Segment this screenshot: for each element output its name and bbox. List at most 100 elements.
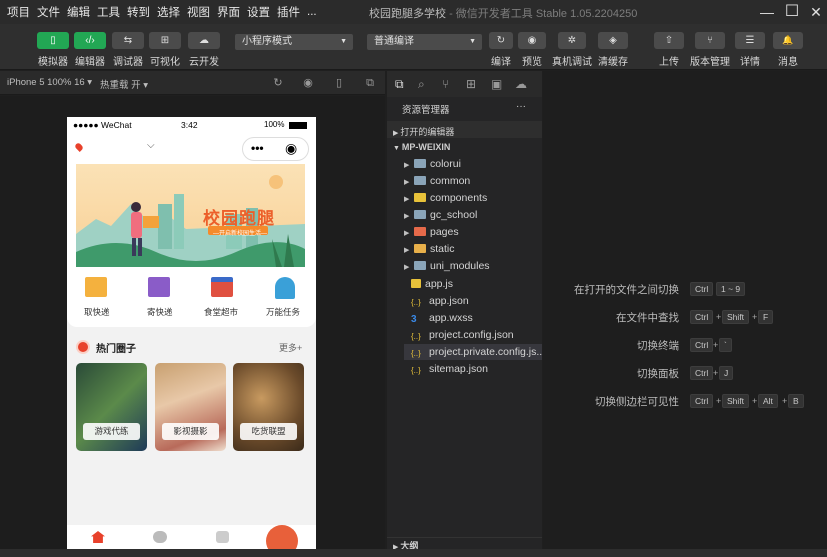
chevron-right-icon: ▶ (404, 162, 410, 169)
close-button[interactable]: ✕ (805, 2, 827, 22)
courier-task-icon[interactable] (275, 277, 295, 299)
tree-folder-pages[interactable]: ▶ pages (404, 224, 542, 240)
phone-screen: ●●●●● WeChat 3:42 100% ⌵ ••• ◉ 校园跑腿 —开启新… (67, 117, 316, 557)
chevron-down-icon: ▼ (340, 38, 347, 45)
chevron-down-icon[interactable]: ⌵ (147, 140, 155, 151)
messages-button[interactable]: 🔔 消息 (769, 32, 807, 68)
more-link[interactable]: 更多+ (279, 341, 302, 354)
compile-select[interactable]: 普通编译 ▼ (367, 34, 482, 50)
shortcut-key: Ctrl (690, 310, 714, 324)
carrier-label: ●●●●● WeChat (73, 120, 132, 130)
clear-cache-button[interactable]: ◈ 清缓存 (594, 32, 632, 68)
fire-icon (76, 340, 90, 354)
open-editors-section[interactable]: ▶ 打开的编辑器 (393, 125, 454, 138)
minimize-button[interactable]: — (756, 2, 778, 22)
record-icon[interactable]: ◉ (301, 76, 315, 90)
rotate-icon[interactable]: ↻ (271, 76, 285, 90)
json-file-icon: {..} (411, 332, 421, 341)
explorer-more-icon[interactable]: ··· (516, 101, 526, 112)
menu-item-plugins[interactable]: 插件 (277, 4, 300, 20)
grid-icon: ⊞ (149, 32, 181, 49)
plus-sign: + (716, 396, 722, 406)
card-gaming-label[interactable]: 游戏代练 (83, 423, 140, 440)
version-button[interactable]: ⑂ 版本管理 (690, 32, 730, 68)
circle-icon[interactable] (153, 531, 167, 543)
device-debug-button[interactable]: ✲ 真机调试 (552, 32, 592, 68)
messages-label: 消息 (778, 57, 798, 68)
service-pickup-label[interactable]: 取快递 (84, 306, 110, 318)
folder-icon (414, 261, 426, 270)
clear-cache-label: 清缓存 (598, 57, 628, 68)
cloud-dev-label: 云开发 (189, 57, 219, 68)
window-title: 校园跑腿多学校 - 微信开发者工具 Stable 1.05.2204250 (369, 5, 637, 21)
hot-reload-toggle[interactable]: 热重载 开 ▾ (100, 77, 148, 91)
chevron-right-icon: ▶ (404, 213, 410, 220)
upload-button[interactable]: ⇧ 上传 (650, 32, 688, 68)
json-file-icon: {..} (411, 366, 421, 375)
preview-button[interactable]: ◉ 预览 (513, 32, 551, 68)
tree-folder-components[interactable]: ▶ components (404, 190, 542, 206)
card-photo-label[interactable]: 影视摄影 (162, 423, 219, 440)
explorer-title: 资源管理器 (402, 105, 450, 116)
folder-icon (414, 227, 426, 236)
window-icon[interactable]: ⧉ (363, 76, 377, 90)
tree-folder-common[interactable]: ▶ common (404, 173, 542, 189)
menu-item-more[interactable]: ... (307, 6, 317, 18)
menu-icon: ☰ (735, 32, 765, 49)
files-icon[interactable]: ⧉ (395, 77, 404, 92)
tree-folder-gc-school[interactable]: ▶ gc_school (404, 207, 542, 223)
tree-folder-static[interactable]: ▶ static (404, 241, 542, 257)
phone-icon[interactable]: ▯ (332, 76, 346, 90)
shortcut-key: 1 ~ 9 (716, 282, 746, 296)
message-icon[interactable] (216, 531, 229, 543)
shortcut-key: ` (719, 338, 732, 352)
folder-name: colorui (430, 158, 461, 170)
close-target-icon[interactable]: ◉ (285, 140, 297, 157)
tree-file-project-config[interactable]: {..} project.config.json (411, 327, 549, 343)
chevron-right-icon: ▶ (404, 196, 410, 203)
service-canteen-label[interactable]: 食堂超市 (204, 306, 238, 318)
shortcut-key: Shift (722, 394, 750, 408)
menu-item-settings[interactable]: 设置 (247, 4, 270, 20)
menu-item-project[interactable]: 项目 (7, 4, 30, 20)
tree-file-app-js[interactable]: app.js (411, 276, 549, 292)
mode-select[interactable]: 小程序模式 ▼ (235, 34, 353, 50)
plus-sign: + (713, 368, 719, 378)
tree-file-app-json[interactable]: {..} app.json (411, 293, 549, 309)
menu-item-view[interactable]: 视图 (187, 4, 210, 20)
cloud-dev-button[interactable]: ☁ 云开发 (185, 32, 223, 68)
folder-icon (414, 210, 426, 219)
debug-panel-icon[interactable]: ▣ (491, 77, 502, 91)
pickup-express-icon[interactable] (85, 277, 107, 297)
tree-file-project-private-config[interactable]: {..} project.private.config.js... (404, 344, 545, 360)
menu-item-interface[interactable]: 界面 (217, 4, 240, 20)
send-express-icon[interactable] (148, 277, 170, 297)
card-food-label[interactable]: 吃货联盟 (240, 423, 297, 440)
menu-item-select[interactable]: 选择 (157, 4, 180, 20)
tree-folder-colorui[interactable]: ▶ colorui (404, 156, 542, 172)
device-select[interactable]: iPhone 5 100% 16 ▾ (7, 77, 92, 88)
service-task-label[interactable]: 万能任务 (266, 306, 300, 318)
menu-item-edit[interactable]: 编辑 (67, 4, 90, 20)
branch-icon: ⑂ (695, 32, 725, 49)
debug-icon: ⇆ (112, 32, 144, 49)
tree-file-sitemap[interactable]: {..} sitemap.json (411, 361, 549, 377)
menu-item-goto[interactable]: 转到 (127, 4, 150, 20)
banner[interactable]: 校园跑腿 —开启新校园生活— (76, 164, 305, 267)
tree-file-app-wxss[interactable]: 3 app.wxss (411, 310, 549, 326)
git-icon[interactable]: ⑂ (442, 77, 449, 91)
project-name: 校园跑腿多学校 (369, 8, 446, 20)
docker-icon[interactable]: ☁ (515, 77, 527, 91)
search-icon[interactable]: ⌕ (418, 77, 425, 92)
menu-item-file[interactable]: 文件 (37, 4, 60, 20)
menu-item-tools[interactable]: 工具 (97, 4, 120, 20)
canteen-store-icon[interactable] (211, 277, 233, 297)
root-folder[interactable]: ▼ MP-WEIXIN (393, 142, 450, 152)
folder-name: pages (430, 226, 459, 238)
maximize-button[interactable]: ☐ (781, 2, 803, 22)
extensions-icon[interactable]: ⊞ (466, 77, 476, 91)
file-name: app.json (429, 295, 469, 307)
service-send-label[interactable]: 寄快递 (147, 306, 173, 318)
tree-folder-uni-modules[interactable]: ▶ uni_modules (404, 258, 542, 274)
more-dots-icon[interactable]: ••• (251, 141, 264, 155)
